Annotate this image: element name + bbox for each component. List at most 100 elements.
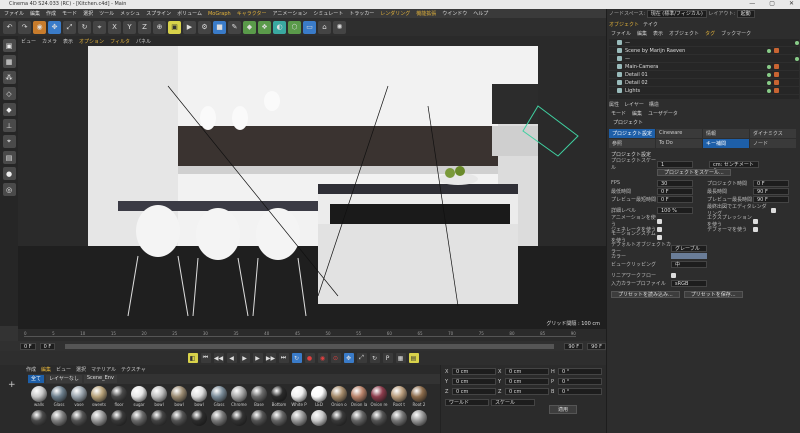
material-item[interactable]	[370, 410, 388, 432]
use-deformers-checkbox[interactable]	[753, 226, 758, 232]
scale-project-button[interactable]: プロジェクトをスケール...	[657, 168, 731, 176]
deformer-icon[interactable]: ⬡	[288, 20, 301, 34]
go-to-end-icon[interactable]: ⏭	[278, 353, 289, 363]
object-menu-item[interactable]: 表示	[653, 30, 663, 37]
material-item[interactable]: Chrome	[230, 386, 248, 408]
attribute-tab[interactable]: レイヤー	[624, 101, 644, 108]
material-item[interactable]	[310, 410, 328, 432]
material-filter-tab[interactable]: 全て	[28, 375, 45, 383]
start-frame-field[interactable]: 0 F	[20, 342, 36, 350]
use-animation-checkbox[interactable]	[657, 218, 662, 224]
visibility-dot[interactable]	[767, 72, 771, 77]
material-item[interactable]: Onion re	[370, 386, 388, 408]
visibility-dot[interactable]	[795, 40, 799, 45]
node-space-dropdown[interactable]: 現在 (標準/フィジカル)	[646, 10, 707, 18]
coord-field[interactable]: 0 cm	[452, 388, 496, 395]
material-item[interactable]: White P	[290, 386, 308, 408]
material-item[interactable]	[270, 410, 288, 432]
prev-key-icon[interactable]: ◀◀	[213, 353, 224, 363]
viewport-menu-item[interactable]: ビュー	[21, 38, 36, 45]
keyframe-icon[interactable]: ◧	[187, 353, 198, 363]
default-color-dropdown[interactable]: グレーブルー	[671, 244, 707, 258]
menu-item[interactable]: モード	[62, 10, 77, 17]
material-item[interactable]	[190, 410, 208, 432]
material-item[interactable]: Onion o	[330, 386, 348, 408]
coord-field[interactable]: 0 °	[558, 388, 602, 395]
next-key-icon[interactable]: ▶▶	[265, 353, 276, 363]
color-swatch[interactable]	[671, 253, 707, 259]
add-material-icon[interactable]: +	[8, 380, 20, 390]
object-row[interactable]: Detail 02	[609, 79, 799, 87]
attribute-menu-item[interactable]: ユーザデータ	[648, 110, 678, 117]
material-item[interactable]	[110, 410, 128, 432]
object-menu-item[interactable]: ファイル	[611, 30, 631, 37]
undo-icon[interactable]: ↶	[3, 20, 16, 34]
material-item[interactable]: bowl	[190, 386, 208, 408]
visibility-dot[interactable]	[767, 48, 771, 53]
auto-key-icon[interactable]: ◉	[317, 353, 328, 363]
object-row[interactable]: Lights	[609, 87, 799, 95]
floor-icon[interactable]: ▭	[303, 20, 316, 34]
linear-workflow-checkbox[interactable]	[671, 272, 676, 278]
use-generators-checkbox[interactable]	[657, 226, 662, 232]
attribute-menu-item[interactable]: 編集	[632, 110, 642, 117]
material-item[interactable]	[150, 410, 168, 432]
material-item[interactable]: bowl	[150, 386, 168, 408]
tag-icon[interactable]	[774, 48, 779, 53]
viewport-menu-item[interactable]: フィルタ	[110, 38, 130, 45]
render-view-icon[interactable]: ▣	[168, 20, 181, 34]
material-item[interactable]	[50, 410, 68, 432]
material-item[interactable]: LED	[310, 386, 328, 408]
rotate-icon[interactable]: ↻	[78, 20, 91, 34]
tag-icon[interactable]	[774, 64, 779, 69]
loop-icon[interactable]: ↻	[291, 353, 302, 363]
visibility-dot[interactable]	[767, 80, 771, 85]
tag-icon[interactable]	[774, 88, 779, 93]
preview-start-field[interactable]: 0 F	[39, 342, 56, 350]
pla-key-icon[interactable]: ▦	[395, 353, 406, 363]
object-menu-item[interactable]: ブックマーク	[721, 30, 751, 37]
model-mode-icon[interactable]: ▣	[2, 39, 16, 52]
view-clipping-dropdown[interactable]: 中	[671, 260, 707, 268]
menu-item[interactable]: トラッカー	[349, 10, 374, 17]
max-time-field[interactable]: 90 F	[753, 187, 789, 195]
material-item[interactable]: walls	[30, 386, 48, 408]
material-menu-item[interactable]: マテリアル	[91, 366, 116, 373]
project-tab[interactable]: Cineware	[656, 129, 702, 138]
menu-item[interactable]: MoGraph	[208, 11, 231, 17]
object-menu-item[interactable]: オブジェクト	[669, 30, 699, 37]
close-button[interactable]: ✕	[789, 0, 794, 7]
material-item[interactable]	[210, 410, 228, 432]
solo-icon[interactable]: ●	[2, 167, 16, 180]
menu-item[interactable]: レンダリング	[380, 10, 410, 17]
project-tab[interactable]: 情報	[703, 129, 749, 138]
material-item[interactable]	[130, 410, 148, 432]
polygons-mode-icon[interactable]: ◆	[2, 103, 16, 116]
material-item[interactable]: bowl	[170, 386, 188, 408]
timeline-ruler[interactable]: 0 5 10 15 20 25 30 35 40 45 50 55 60 65 70 75 80 85 90	[18, 329, 606, 341]
render-settings-icon[interactable]: ⚙	[198, 20, 211, 34]
scale-field[interactable]: 1	[657, 160, 693, 168]
param-key-icon[interactable]: P	[382, 353, 393, 363]
project-tab[interactable]: キー補間	[703, 139, 749, 148]
material-item[interactable]: sugar	[130, 386, 148, 408]
axis-mode-icon[interactable]: ⊥	[2, 119, 16, 132]
use-expressions-checkbox[interactable]	[753, 218, 758, 224]
viewport-menu-item[interactable]: カメラ	[42, 38, 57, 45]
material-item[interactable]	[330, 410, 348, 432]
material-item[interactable]	[350, 410, 368, 432]
coord-field[interactable]: 0 cm	[505, 378, 549, 385]
pen-icon[interactable]: ✎	[228, 20, 241, 34]
snap-icon[interactable]: ⌖	[2, 135, 16, 148]
last-tool-icon[interactable]: ⌖	[93, 20, 106, 34]
material-menu-item[interactable]: テクスチャ	[121, 366, 146, 373]
viewport-menu-item[interactable]: パネル	[136, 38, 151, 45]
object-menu-item[interactable]: タグ	[705, 30, 715, 37]
material-menu-item[interactable]: ビュー	[56, 366, 71, 373]
menu-item[interactable]: ウインドウ	[442, 10, 467, 17]
project-tab[interactable]: ノード	[750, 139, 796, 148]
min-time-field[interactable]: 0 F	[657, 187, 693, 195]
coord-field[interactable]: 0 cm	[505, 368, 549, 375]
menu-item[interactable]: ツール	[99, 10, 114, 17]
redo-icon[interactable]: ↷	[18, 20, 31, 34]
